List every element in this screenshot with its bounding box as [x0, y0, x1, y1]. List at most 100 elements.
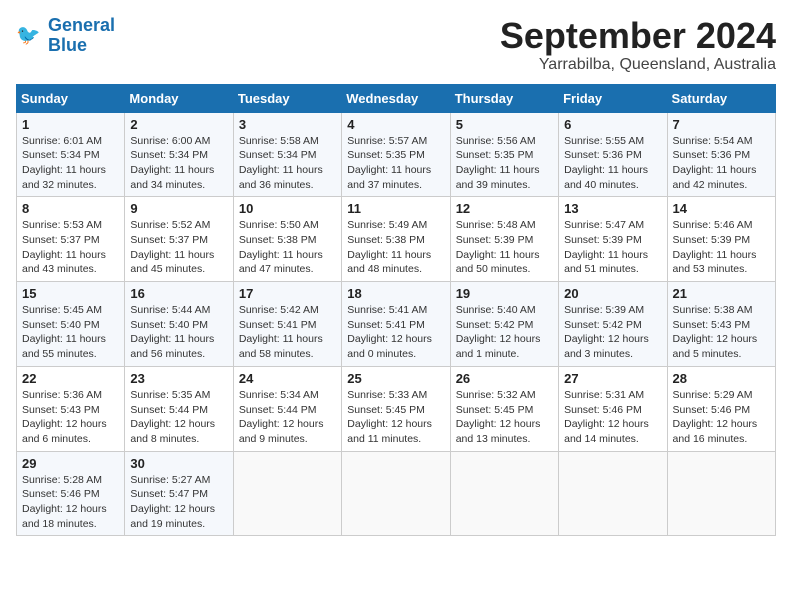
svg-text:🐦: 🐦: [16, 24, 40, 46]
day-number: 21: [673, 286, 770, 301]
day-number: 11: [347, 201, 444, 216]
title-block: September 2024 Yarrabilba, Queensland, A…: [500, 16, 776, 74]
day-info: Sunrise: 5:44 AM Sunset: 5:40 PM Dayligh…: [130, 303, 227, 362]
calendar-week-row: 29 Sunrise: 5:28 AM Sunset: 5:46 PM Dayli…: [17, 451, 776, 536]
location: Yarrabilba, Queensland, Australia: [500, 56, 776, 74]
calendar-cell: 30 Sunrise: 5:27 AM Sunset: 5:47 PM Dayli…: [125, 451, 233, 536]
calendar-cell: 14Sunrise: 5:46 AM Sunset: 5:39 PM Dayli…: [667, 197, 775, 282]
calendar-cell: 10Sunrise: 5:50 AM Sunset: 5:38 PM Dayli…: [233, 197, 341, 282]
calendar-week-row: 15 Sunrise: 5:45 AM Sunset: 5:40 PM Dayli…: [17, 282, 776, 367]
day-info: Sunrise: 5:53 AM Sunset: 5:37 PM Dayligh…: [22, 218, 119, 277]
calendar-cell: 20 Sunrise: 5:39 AM Sunset: 5:42 PM Dayli…: [559, 282, 667, 367]
month-title: September 2024: [500, 16, 776, 56]
day-info: Sunrise: 5:27 AM Sunset: 5:47 PM Dayligh…: [130, 473, 227, 532]
day-info: Sunrise: 6:00 AM Sunset: 5:34 PM Dayligh…: [130, 134, 227, 193]
logo-text: General Blue: [48, 16, 115, 56]
day-number: 10: [239, 201, 336, 216]
calendar-cell: 16 Sunrise: 5:44 AM Sunset: 5:40 PM Dayli…: [125, 282, 233, 367]
logo: 🐦 General Blue: [16, 16, 115, 56]
day-number: 13: [564, 201, 661, 216]
day-number: 9: [130, 201, 227, 216]
calendar-cell: 1 Sunrise: 6:01 AM Sunset: 5:34 PM Daylig…: [17, 112, 125, 197]
day-number: 17: [239, 286, 336, 301]
weekday-header: Saturday: [667, 84, 775, 112]
day-number: 16: [130, 286, 227, 301]
day-info: Sunrise: 5:40 AM Sunset: 5:42 PM Dayligh…: [456, 303, 553, 362]
calendar-cell: [233, 451, 341, 536]
day-number: 25: [347, 371, 444, 386]
day-info: Sunrise: 5:52 AM Sunset: 5:37 PM Dayligh…: [130, 218, 227, 277]
day-info: Sunrise: 5:46 AM Sunset: 5:39 PM Dayligh…: [673, 218, 770, 277]
calendar-cell: 11Sunrise: 5:49 AM Sunset: 5:38 PM Dayli…: [342, 197, 450, 282]
day-info: Sunrise: 6:01 AM Sunset: 5:34 PM Dayligh…: [22, 134, 119, 193]
day-number: 15: [22, 286, 119, 301]
day-number: 1: [22, 117, 119, 132]
day-info: Sunrise: 5:54 AM Sunset: 5:36 PM Dayligh…: [673, 134, 770, 193]
calendar-cell: 12 Sunrise: 5:48 AM Sunset: 5:39 PM Dayli…: [450, 197, 558, 282]
weekday-header: Friday: [559, 84, 667, 112]
calendar-cell: 6 Sunrise: 5:55 AM Sunset: 5:36 PM Daylig…: [559, 112, 667, 197]
calendar-cell: [667, 451, 775, 536]
day-info: Sunrise: 5:33 AM Sunset: 5:45 PM Dayligh…: [347, 388, 444, 447]
day-info: Sunrise: 5:39 AM Sunset: 5:42 PM Dayligh…: [564, 303, 661, 362]
calendar-cell: 3 Sunrise: 5:58 AM Sunset: 5:34 PM Daylig…: [233, 112, 341, 197]
calendar-cell: 2 Sunrise: 6:00 AM Sunset: 5:34 PM Daylig…: [125, 112, 233, 197]
day-info: Sunrise: 5:41 AM Sunset: 5:41 PM Dayligh…: [347, 303, 444, 362]
day-info: Sunrise: 5:32 AM Sunset: 5:45 PM Dayligh…: [456, 388, 553, 447]
calendar-cell: [450, 451, 558, 536]
day-number: 30: [130, 456, 227, 471]
calendar-cell: 23Sunrise: 5:35 AM Sunset: 5:44 PM Dayli…: [125, 366, 233, 451]
day-info: Sunrise: 5:34 AM Sunset: 5:44 PM Dayligh…: [239, 388, 336, 447]
day-info: Sunrise: 5:28 AM Sunset: 5:46 PM Dayligh…: [22, 473, 119, 532]
calendar-cell: 4 Sunrise: 5:57 AM Sunset: 5:35 PM Daylig…: [342, 112, 450, 197]
day-number: 18: [347, 286, 444, 301]
weekday-row: SundayMondayTuesdayWednesdayThursdayFrid…: [17, 84, 776, 112]
calendar-week-row: 8 Sunrise: 5:53 AM Sunset: 5:37 PM Daylig…: [17, 197, 776, 282]
day-info: Sunrise: 5:57 AM Sunset: 5:35 PM Dayligh…: [347, 134, 444, 193]
calendar-body: 1 Sunrise: 6:01 AM Sunset: 5:34 PM Daylig…: [17, 112, 776, 536]
day-number: 3: [239, 117, 336, 132]
day-number: 12: [456, 201, 553, 216]
day-info: Sunrise: 5:48 AM Sunset: 5:39 PM Dayligh…: [456, 218, 553, 277]
day-info: Sunrise: 5:55 AM Sunset: 5:36 PM Dayligh…: [564, 134, 661, 193]
day-number: 24: [239, 371, 336, 386]
logo-icon: 🐦: [16, 22, 44, 50]
day-number: 20: [564, 286, 661, 301]
day-number: 4: [347, 117, 444, 132]
calendar-cell: 18 Sunrise: 5:41 AM Sunset: 5:41 PM Dayli…: [342, 282, 450, 367]
calendar-cell: [342, 451, 450, 536]
calendar-cell: 22 Sunrise: 5:36 AM Sunset: 5:43 PM Dayli…: [17, 366, 125, 451]
day-info: Sunrise: 5:38 AM Sunset: 5:43 PM Dayligh…: [673, 303, 770, 362]
day-info: Sunrise: 5:58 AM Sunset: 5:34 PM Dayligh…: [239, 134, 336, 193]
calendar-cell: 26Sunrise: 5:32 AM Sunset: 5:45 PM Dayli…: [450, 366, 558, 451]
day-number: 2: [130, 117, 227, 132]
day-number: 6: [564, 117, 661, 132]
calendar-cell: 15 Sunrise: 5:45 AM Sunset: 5:40 PM Dayli…: [17, 282, 125, 367]
day-info: Sunrise: 5:29 AM Sunset: 5:46 PM Dayligh…: [673, 388, 770, 447]
calendar-week-row: 1 Sunrise: 6:01 AM Sunset: 5:34 PM Daylig…: [17, 112, 776, 197]
day-info: Sunrise: 5:56 AM Sunset: 5:35 PM Dayligh…: [456, 134, 553, 193]
day-number: 7: [673, 117, 770, 132]
day-number: 19: [456, 286, 553, 301]
day-number: 29: [22, 456, 119, 471]
day-number: 28: [673, 371, 770, 386]
calendar-cell: 28 Sunrise: 5:29 AM Sunset: 5:46 PM Dayli…: [667, 366, 775, 451]
weekday-header: Tuesday: [233, 84, 341, 112]
calendar-week-row: 22 Sunrise: 5:36 AM Sunset: 5:43 PM Dayli…: [17, 366, 776, 451]
day-info: Sunrise: 5:31 AM Sunset: 5:46 PM Dayligh…: [564, 388, 661, 447]
calendar-cell: 24 Sunrise: 5:34 AM Sunset: 5:44 PM Dayli…: [233, 366, 341, 451]
calendar-cell: [559, 451, 667, 536]
calendar-cell: 17 Sunrise: 5:42 AM Sunset: 5:41 PM Dayli…: [233, 282, 341, 367]
day-number: 8: [22, 201, 119, 216]
calendar-table: SundayMondayTuesdayWednesdayThursdayFrid…: [16, 84, 776, 537]
day-number: 27: [564, 371, 661, 386]
weekday-header: Wednesday: [342, 84, 450, 112]
calendar-cell: 9 Sunrise: 5:52 AM Sunset: 5:37 PM Daylig…: [125, 197, 233, 282]
day-info: Sunrise: 5:35 AM Sunset: 5:44 PM Dayligh…: [130, 388, 227, 447]
day-info: Sunrise: 5:42 AM Sunset: 5:41 PM Dayligh…: [239, 303, 336, 362]
weekday-header: Sunday: [17, 84, 125, 112]
calendar-cell: 29 Sunrise: 5:28 AM Sunset: 5:46 PM Dayli…: [17, 451, 125, 536]
day-info: Sunrise: 5:36 AM Sunset: 5:43 PM Dayligh…: [22, 388, 119, 447]
day-number: 22: [22, 371, 119, 386]
day-info: Sunrise: 5:45 AM Sunset: 5:40 PM Dayligh…: [22, 303, 119, 362]
